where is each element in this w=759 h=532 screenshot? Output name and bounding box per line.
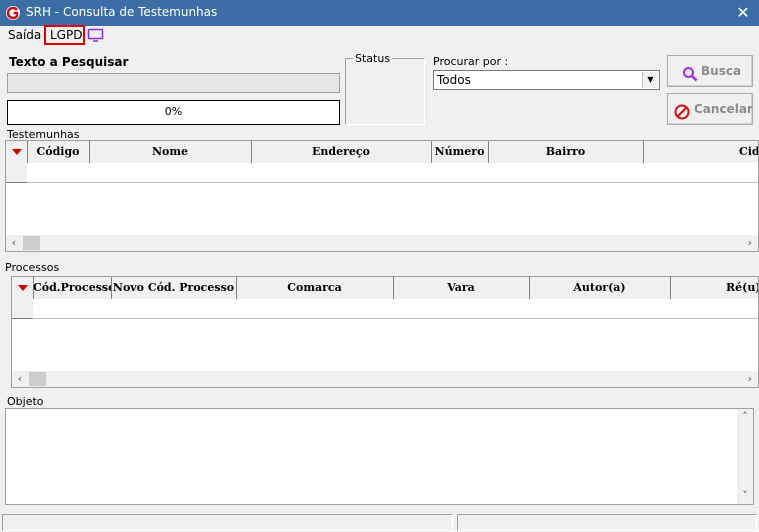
table-cell[interactable] <box>431 163 489 183</box>
magnifier-icon <box>682 63 698 82</box>
table-cell[interactable] <box>529 299 671 319</box>
scroll-down-icon[interactable]: ˅ <box>737 488 753 504</box>
search-progress-bar: 0% <box>7 100 340 125</box>
title-bar: SRH - Consulta de Testemunhas ✕ <box>0 0 759 26</box>
testemunhas-header: Código Nome Endereço Número Bairro Cidad… <box>6 141 758 164</box>
objeto-memo[interactable]: ˄ ˅ <box>5 408 754 505</box>
procurar-label: Procurar por : <box>433 55 509 68</box>
table-cell[interactable] <box>251 163 432 183</box>
testemunhas-grid[interactable]: Código Nome Endereço Número Bairro Cidad… <box>5 140 759 252</box>
objeto-vscrollbar[interactable]: ˄ ˅ <box>737 409 753 504</box>
row-selector[interactable] <box>12 299 34 319</box>
monitor-icon[interactable] <box>87 28 104 43</box>
status-bar-panel-1 <box>2 514 453 531</box>
chevron-down-icon[interactable]: ▼ <box>642 72 658 88</box>
procurar-selected-value: Todos <box>437 73 471 87</box>
table-cell[interactable] <box>393 299 530 319</box>
col-vara[interactable]: Vara <box>393 277 530 299</box>
col-endereco[interactable]: Endereço <box>251 141 432 163</box>
progress-text: 0% <box>164 105 183 118</box>
procurar-select[interactable]: Todos ▼ <box>433 70 660 90</box>
menu-saida[interactable]: Saída <box>8 27 41 43</box>
col-codigo[interactable]: Código <box>27 141 90 163</box>
status-groupbox <box>345 58 425 125</box>
col-cod-processo[interactable]: Cód.Processo <box>33 277 112 299</box>
busca-button[interactable]: Busca <box>667 55 753 87</box>
search-label: Texto a Pesquisar <box>9 55 129 69</box>
scroll-left-icon[interactable]: ‹ <box>6 235 22 251</box>
menu-lgpd[interactable]: LGPD <box>44 25 85 45</box>
col-numero[interactable]: Número <box>431 141 489 163</box>
col-autor[interactable]: Autor(a) <box>529 277 671 299</box>
col-comarca[interactable]: Comarca <box>236 277 394 299</box>
cancelar-button[interactable]: Cancelar <box>667 93 753 125</box>
status-label: Status <box>353 52 393 65</box>
processos-header: Cód.Processo Novo Cód. Processo Comarca … <box>12 277 758 300</box>
testemunhas-hscrollbar[interactable]: ‹ › <box>6 235 758 251</box>
scroll-up-icon[interactable]: ˄ <box>737 409 753 425</box>
processos-grid[interactable]: Cód.Processo Novo Cód. Processo Comarca … <box>11 276 759 388</box>
app-logo-icon <box>5 5 21 21</box>
cancel-icon <box>674 101 690 120</box>
col-cidade[interactable]: Cidade <box>643 141 758 163</box>
col-novo-cod-processo[interactable]: Novo Cód. Processo <box>111 277 237 299</box>
search-input[interactable] <box>7 73 340 93</box>
table-cell[interactable] <box>33 299 112 319</box>
scroll-thumb[interactable] <box>23 236 40 250</box>
window-title: SRH - Consulta de Testemunhas <box>26 5 218 19</box>
table-cell[interactable] <box>236 299 394 319</box>
col-reu[interactable]: Ré(u) <box>670 277 758 299</box>
cancelar-label: Cancelar <box>694 102 753 116</box>
col-nome[interactable]: Nome <box>89 141 252 163</box>
table-cell[interactable] <box>488 163 644 183</box>
close-button[interactable]: ✕ <box>730 2 756 24</box>
processos-label: Processos <box>5 261 60 274</box>
scroll-right-icon[interactable]: › <box>742 235 758 251</box>
scroll-left-icon[interactable]: ‹ <box>12 371 28 387</box>
status-bar-panel-2 <box>457 514 757 531</box>
scroll-thumb[interactable] <box>29 372 46 386</box>
col-bairro[interactable]: Bairro <box>488 141 644 163</box>
row-selector[interactable] <box>6 163 28 183</box>
table-cell[interactable] <box>27 163 90 183</box>
busca-label: Busca <box>701 64 742 78</box>
table-cell[interactable] <box>89 163 252 183</box>
table-cell[interactable] <box>643 163 758 183</box>
table-cell[interactable] <box>670 299 758 319</box>
table-cell[interactable] <box>111 299 237 319</box>
sort-indicator-icon[interactable] <box>12 277 34 299</box>
processos-hscrollbar[interactable]: ‹ › <box>12 371 758 387</box>
menu-lgpd-label: LGPD <box>50 28 83 42</box>
sort-indicator-icon[interactable] <box>6 141 28 163</box>
objeto-label: Objeto <box>7 395 44 408</box>
scroll-right-icon[interactable]: › <box>742 371 758 387</box>
